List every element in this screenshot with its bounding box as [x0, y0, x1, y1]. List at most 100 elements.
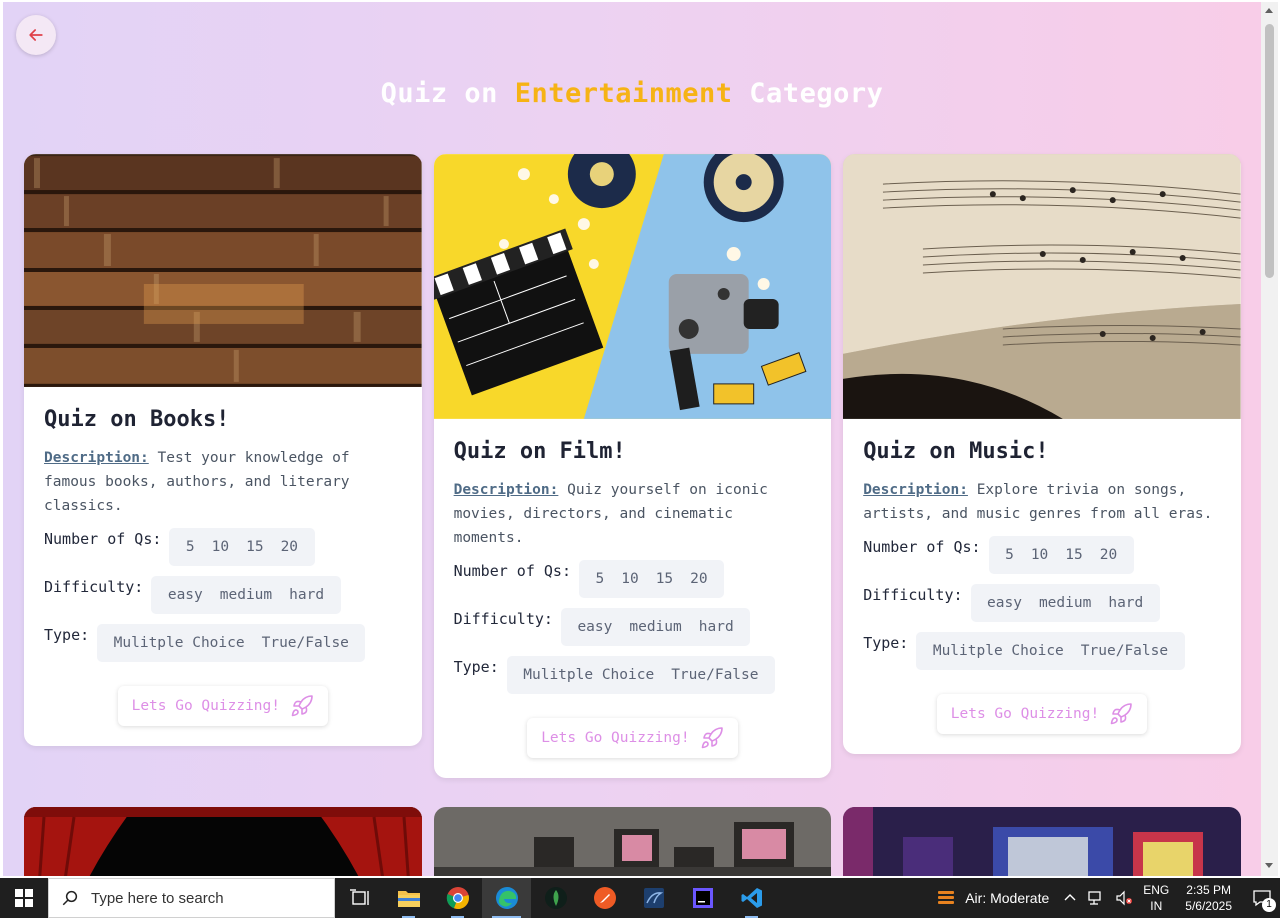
num-qs-label: Number of Qs: [453, 562, 571, 580]
tv-image [433, 807, 832, 876]
num-qs-row: Number of Qs: 5 10 15 20 [454, 560, 812, 598]
num-qs-option[interactable]: 20 [682, 560, 716, 598]
difficulty-options: easy medium hard [151, 576, 341, 614]
difficulty-option[interactable]: hard [1100, 584, 1152, 622]
arrow-left-icon [29, 29, 43, 41]
taskbar-vscode[interactable] [727, 878, 776, 918]
taskbar-chrome[interactable] [433, 878, 482, 918]
type-option[interactable]: True/False [663, 656, 767, 694]
num-qs-option[interactable]: 10 [613, 560, 647, 598]
start-quiz-label: Lets Go Quizzing! [950, 706, 1100, 722]
difficulty-label: Difficulty: [453, 610, 553, 628]
scroll-down-icon[interactable] [1265, 863, 1273, 868]
volume-muted-icon[interactable] [1115, 890, 1133, 906]
rocket-icon [1110, 703, 1132, 725]
taskbar-jetbrains[interactable] [678, 878, 727, 918]
search-icon [62, 890, 78, 906]
num-qs-option[interactable]: 10 [1022, 536, 1056, 574]
num-qs-option[interactable]: 15 [647, 560, 681, 598]
language-indicator[interactable]: ENG IN [1143, 882, 1169, 914]
notification-badge: 1 [1262, 898, 1276, 912]
chevron-up-icon[interactable] [1063, 891, 1077, 905]
notification-center-button[interactable]: 1 [1244, 878, 1280, 918]
type-option[interactable]: Mulitple Choice [924, 632, 1072, 670]
taskbar-search-box[interactable]: Type here to search [48, 878, 335, 918]
num-qs-option[interactable]: 15 [1057, 536, 1091, 574]
difficulty-option[interactable]: easy [159, 576, 211, 614]
start-quiz-button[interactable]: Lets Go Quizzing! [527, 718, 738, 758]
rocket-icon [291, 695, 313, 717]
card-title: Quiz on Film! [453, 439, 626, 464]
taskbar-mysql-workbench[interactable] [629, 878, 678, 918]
num-qs-option[interactable]: 5 [587, 560, 613, 598]
clock-time: 2:35 PM [1186, 883, 1231, 897]
start-quiz-button[interactable]: Lets Go Quizzing! [936, 694, 1148, 734]
windows-taskbar: Type here to search Air: Moderate ENG IN… [0, 878, 1280, 918]
tray-icons [1063, 890, 1133, 906]
num-qs-option[interactable]: 20 [1091, 536, 1125, 574]
difficulty-option[interactable]: medium [1030, 584, 1099, 622]
description-label: Description: [863, 482, 968, 498]
title-category: Entertainment [514, 78, 733, 109]
title-suffix: Category [749, 78, 884, 109]
app-viewport: Quiz on Entertainment Category Quiz on B… [3, 2, 1261, 876]
difficulty-option[interactable]: easy [979, 584, 1031, 622]
clock[interactable]: 2:35 PM 5/6/2025 [1185, 882, 1232, 914]
start-quiz-button[interactable]: Lets Go Quizzing! [117, 686, 328, 726]
type-option[interactable]: Mulitple Choice [105, 624, 253, 662]
network-icon[interactable] [1087, 890, 1105, 906]
taskbar-edge[interactable] [482, 878, 531, 918]
scrollbar-thumb[interactable] [1265, 24, 1274, 278]
clock-date: 5/6/2025 [1185, 899, 1232, 913]
page-title: Quiz on Entertainment Category [3, 78, 1261, 109]
type-option[interactable]: True/False [1072, 632, 1176, 670]
arcade-image [843, 807, 1241, 876]
num-qs-option[interactable]: 20 [272, 528, 306, 566]
type-row: Type: Mulitple Choice True/False [454, 656, 812, 694]
taskbar-mongodb[interactable] [531, 878, 580, 918]
difficulty-option[interactable]: medium [211, 576, 280, 614]
taskbar-file-explorer[interactable] [384, 878, 433, 918]
type-label: Type: [453, 658, 499, 676]
type-option[interactable]: Mulitple Choice [515, 656, 663, 694]
search-placeholder: Type here to search [91, 889, 224, 907]
start-quiz-label: Lets Go Quizzing! [541, 730, 690, 746]
card-description: Description: Quiz yourself on iconic mov… [454, 478, 812, 550]
difficulty-option[interactable]: hard [281, 576, 333, 614]
description-label: Description: [44, 450, 149, 466]
taskbar-postman[interactable] [580, 878, 629, 918]
type-row: Type: Mulitple Choice True/False [44, 624, 402, 662]
scroll-up-icon[interactable] [1265, 8, 1273, 13]
difficulty-option[interactable]: easy [569, 608, 621, 646]
difficulty-option[interactable]: medium [621, 608, 690, 646]
num-qs-label: Number of Qs: [863, 538, 981, 556]
difficulty-label: Difficulty: [863, 586, 963, 604]
weather-widget[interactable]: Air: Moderate [935, 887, 1049, 909]
num-qs-options: 5 10 15 20 [988, 536, 1134, 574]
weather-text: Air: Moderate [965, 890, 1050, 906]
quiz-card-film: Quiz on Film! Description: Quiz yourself… [433, 154, 832, 778]
mysql-workbench-icon [643, 888, 664, 908]
num-qs-options: 5 10 15 20 [169, 528, 315, 566]
quiz-card-row-2 [24, 807, 1241, 876]
back-button[interactable] [16, 15, 56, 55]
type-option[interactable]: True/False [253, 624, 357, 662]
vertical-scrollbar[interactable] [1261, 2, 1278, 876]
num-qs-option[interactable]: 5 [997, 536, 1023, 574]
edge-icon [495, 887, 518, 909]
difficulty-option[interactable]: hard [690, 608, 742, 646]
num-qs-option[interactable]: 10 [203, 528, 237, 566]
num-qs-option[interactable]: 15 [238, 528, 272, 566]
type-options: Mulitple Choice True/False [916, 632, 1185, 670]
type-label: Type: [863, 634, 909, 652]
num-qs-label: Number of Qs: [44, 530, 162, 548]
card-description: Description: Explore trivia on songs, ar… [863, 478, 1221, 526]
card-title: Quiz on Books! [44, 407, 230, 432]
num-qs-row: Number of Qs: 5 10 15 20 [44, 528, 402, 566]
num-qs-option[interactable]: 5 [177, 528, 203, 566]
type-row: Type: Mulitple Choice True/False [863, 632, 1221, 670]
difficulty-row: Difficulty: easy medium hard [44, 576, 402, 614]
description-label: Description: [453, 482, 559, 498]
task-view-button[interactable] [335, 878, 384, 918]
start-button[interactable] [0, 878, 48, 918]
